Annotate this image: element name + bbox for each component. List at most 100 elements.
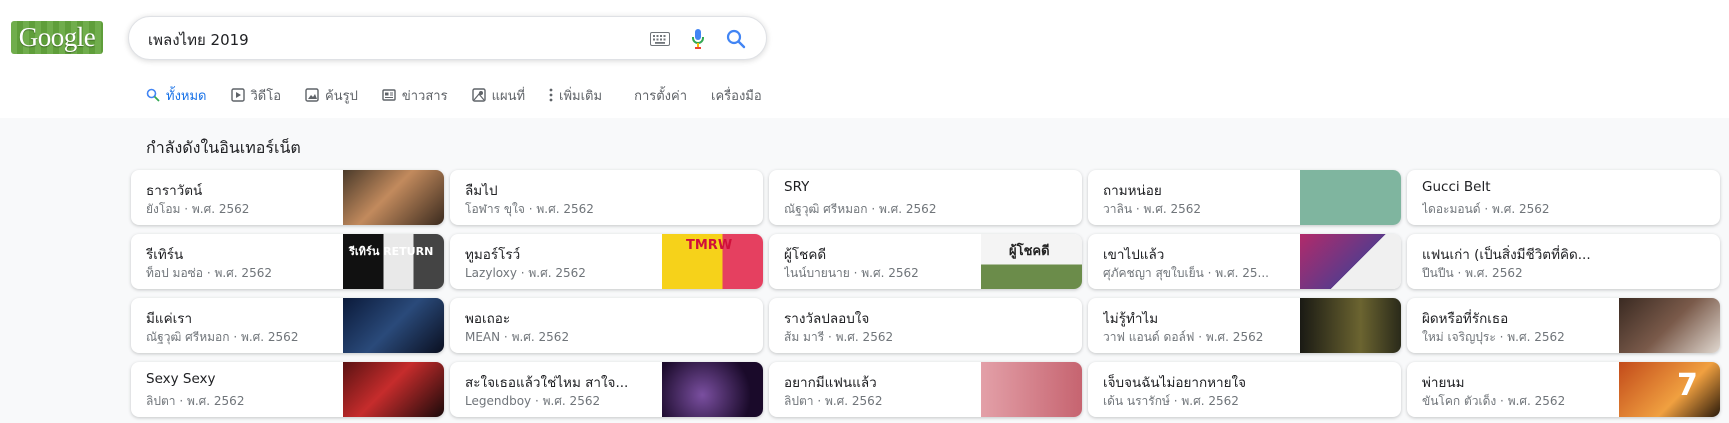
song-title: Gucci Belt — [1422, 179, 1491, 195]
song-artist-year: ยังโอม · พ.ศ. 2562 — [146, 202, 250, 216]
song-card[interactable]: เขาไปแล้ว ศุภัคชญา สุขใบเย็น · พ.ศ. 25..… — [1088, 234, 1401, 289]
tab-label: ค้นรูป — [325, 88, 358, 104]
tab-label: เครื่องมือ — [711, 88, 762, 104]
song-card[interactable]: ผู้โชคดี ไนน์บายนาย · พ.ศ. 2562 ผู้โชคดี — [769, 234, 1082, 289]
song-title: พ่ายนม — [1422, 375, 1465, 391]
video-icon — [230, 88, 245, 102]
song-card[interactable]: ทูมอร์โรว์ Lazyloxy · พ.ศ. 2562 TMRW — [450, 234, 763, 289]
thumbnail-text: 7 — [1677, 368, 1698, 403]
thumbnail-text: รีเทิร์น RETURN — [349, 245, 434, 258]
song-title: เจ็บจนฉันไม่อยากหายใจ — [1103, 375, 1247, 391]
google-logo[interactable]: Google — [11, 21, 103, 54]
tab-video[interactable]: วิดีโอ — [230, 85, 282, 106]
song-card[interactable]: สะใจเธอแล้วใช่ไหม สาใจ... Legendboy · พ.… — [450, 362, 763, 417]
tab-label: แผนที่ — [491, 88, 526, 104]
song-card[interactable]: พอเถอะ MEAN · พ.ศ. 2562 — [450, 298, 763, 353]
trending-section: กำลังดังในอินเทอร์เน็ต ธาราวัตน์ ยังโอม … — [0, 118, 1729, 423]
search-box[interactable]: เพลงไทย 2019 — [128, 16, 767, 60]
song-thumbnail — [343, 170, 444, 225]
song-card[interactable]: Sexy Sexy ลิปตา · พ.ศ. 2562 — [131, 362, 444, 417]
song-artist-year: ศุภัคชญา สุขใบเย็น · พ.ศ. 25... — [1103, 266, 1269, 280]
song-title: SRY — [784, 179, 810, 195]
song-thumbnail — [1300, 170, 1401, 225]
tab-label: เพิ่มเติม — [559, 88, 603, 104]
song-title: เขาไปแล้ว — [1103, 247, 1165, 263]
song-card[interactable]: ถามหน่อย วาลิน · พ.ศ. 2562 — [1088, 170, 1401, 225]
song-card[interactable]: เจ็บจนฉันไม่อยากหายใจ เด้น นรารักษ์ · พ.… — [1088, 362, 1401, 417]
song-artist-year: ใหม่ เจริญปุระ · พ.ศ. 2562 — [1422, 330, 1565, 344]
song-card[interactable]: มีแค่เรา ณัฐวุฒิ ศรีหมอก · พ.ศ. 2562 — [131, 298, 444, 353]
song-card[interactable]: ไม่รู้ทำไม วาฟ แอนด์ ดอล์ฟ · พ.ศ. 2562 — [1088, 298, 1401, 353]
song-grid: ธาราวัตน์ ยังโอม · พ.ศ. 2562 ลืมไป โอฬาร… — [131, 170, 1720, 417]
song-thumbnail — [343, 362, 444, 417]
song-title: รางวัลปลอบใจ — [784, 311, 870, 327]
tab-label: การตั้งค่า — [634, 88, 688, 104]
map-icon — [471, 88, 486, 102]
tab-news[interactable]: ข่าวสาร — [382, 85, 448, 106]
song-thumbnail: TMRW — [662, 234, 763, 289]
song-title: แฟนเก่า (เป็นสิ่งมีชีวิตที่คิด... — [1422, 247, 1591, 263]
song-title: ไม่รู้ทำไม — [1103, 311, 1159, 327]
search-icon[interactable] — [725, 28, 747, 50]
news-icon — [382, 89, 396, 101]
tab-label: วิดีโอ — [250, 88, 282, 104]
search-input[interactable]: เพลงไทย 2019 — [148, 28, 249, 52]
song-thumbnail — [662, 362, 763, 417]
song-artist-year: ท็อป มอซ่อ · พ.ศ. 2562 — [146, 266, 272, 280]
microphone-icon[interactable] — [687, 28, 709, 50]
song-thumbnail: ผู้โชคดี — [981, 234, 1082, 289]
tab-maps[interactable]: แผนที่ — [471, 85, 526, 106]
song-thumbnail — [1300, 234, 1401, 289]
song-card[interactable]: Gucci Belt ไดอะมอนด์ · พ.ศ. 2562 — [1407, 170, 1720, 225]
song-artist-year: MEAN · พ.ศ. 2562 — [465, 330, 570, 344]
song-card[interactable]: ผิดหรือที่รักเธอ ใหม่ เจริญปุระ · พ.ศ. 2… — [1407, 298, 1720, 353]
song-artist-year: วาฟ แอนด์ ดอล์ฟ · พ.ศ. 2562 — [1103, 330, 1264, 344]
song-card[interactable]: ธาราวัตน์ ยังโอม · พ.ศ. 2562 — [131, 170, 444, 225]
song-card[interactable]: รางวัลปลอบใจ ส้ม มารี · พ.ศ. 2562 — [769, 298, 1082, 353]
tab-all[interactable]: ทั้งหมด — [146, 85, 207, 106]
song-card[interactable]: ลืมไป โอฬาร ขุใจ · พ.ศ. 2562 — [450, 170, 763, 225]
song-title: ธาราวัตน์ — [146, 183, 203, 199]
song-artist-year: วาลิน · พ.ศ. 2562 — [1103, 202, 1201, 216]
song-title: ลืมไป — [465, 183, 498, 199]
image-icon — [305, 88, 319, 102]
song-thumbnail: 7 — [1619, 362, 1720, 417]
song-title: อยากมีแฟนแล้ว — [784, 375, 877, 391]
section-title: กำลังดังในอินเทอร์เน็ต — [146, 138, 301, 157]
song-title: Sexy Sexy — [146, 371, 216, 387]
song-card[interactable]: อยากมีแฟนแล้ว ลิปตา · พ.ศ. 2562 — [769, 362, 1082, 417]
song-title: ถามหน่อย — [1103, 183, 1162, 199]
more-vert-icon — [549, 88, 553, 102]
song-artist-year: ลิปตา · พ.ศ. 2562 — [146, 394, 245, 408]
song-title: ผิดหรือที่รักเธอ — [1422, 311, 1509, 327]
song-card[interactable]: แฟนเก่า (เป็นสิ่งมีชีวิตที่คิด... ปีนปีน… — [1407, 234, 1720, 289]
song-card[interactable]: SRY ณัฐวุฒิ ศรีหมอก · พ.ศ. 2562 — [769, 170, 1082, 225]
song-card[interactable]: รีเทิร์น ท็อป มอซ่อ · พ.ศ. 2562 รีเทิร์น… — [131, 234, 444, 289]
song-artist-year: ไนน์บายนาย · พ.ศ. 2562 — [784, 266, 919, 280]
song-title: รีเทิร์น — [146, 247, 184, 263]
song-title: ทูมอร์โรว์ — [465, 247, 521, 263]
song-artist-year: เด้น นรารักษ์ · พ.ศ. 2562 — [1103, 394, 1239, 408]
logo-text: Google — [18, 22, 96, 52]
tab-settings[interactable]: การตั้งค่า — [634, 85, 687, 106]
tab-label: ข่าวสาร — [401, 88, 448, 104]
tab-tools[interactable]: เครื่องมือ — [711, 85, 762, 106]
song-artist-year: ส้ม มารี · พ.ศ. 2562 — [784, 330, 894, 344]
keyboard-icon[interactable] — [649, 28, 671, 50]
song-card[interactable]: พ่ายนม ขันโคก ตัวเด็ง · พ.ศ. 2562 7 — [1407, 362, 1720, 417]
song-thumbnail — [1300, 298, 1401, 353]
song-artist-year: ขันโคก ตัวเด็ง · พ.ศ. 2562 — [1422, 394, 1566, 408]
song-thumbnail: รีเทิร์น RETURN — [343, 234, 444, 289]
tab-more[interactable]: เพิ่มเติม — [549, 85, 602, 106]
search-icon — [146, 88, 160, 102]
song-artist-year: Legendboy · พ.ศ. 2562 — [465, 394, 601, 408]
song-artist-year: ไดอะมอนด์ · พ.ศ. 2562 — [1422, 202, 1550, 216]
search-tabs: ทั้งหมด วิดีโอ ค้นรูป ข่าวสาร แผนที่ เพิ… — [146, 84, 786, 106]
song-thumbnail — [343, 298, 444, 353]
tab-images[interactable]: ค้นรูป — [305, 85, 358, 106]
tab-label: ทั้งหมด — [166, 88, 207, 104]
thumbnail-text: TMRW — [686, 238, 733, 253]
song-artist-year: ปีนปีน · พ.ศ. 2562 — [1422, 266, 1523, 280]
song-title: มีแค่เรา — [146, 311, 193, 327]
thumbnail-text: ผู้โชคดี — [1009, 244, 1050, 259]
